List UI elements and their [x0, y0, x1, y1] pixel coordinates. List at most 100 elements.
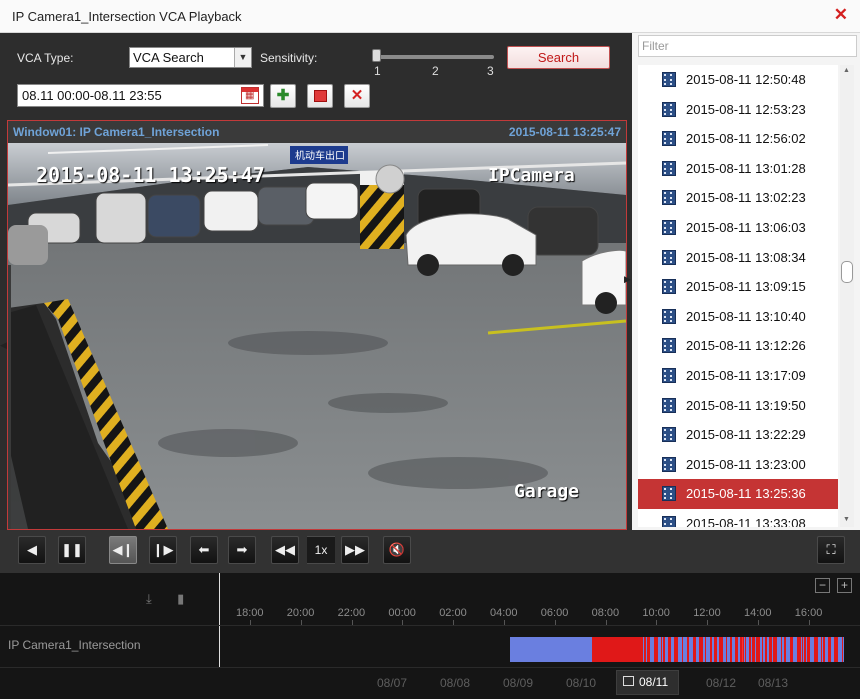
date-label[interactable]: 08/10	[566, 676, 596, 690]
date-selected[interactable]: 08/11	[616, 670, 679, 695]
file-list-item[interactable]: 2015-08-11 13:02:23	[638, 183, 838, 213]
file-list-item[interactable]: 2015-08-11 13:33:08	[638, 509, 838, 527]
file-list-item[interactable]: 2015-08-11 13:25:36	[638, 479, 838, 510]
timeline-panel[interactable]: ⤓ ▮ IP Camera1_Intersection 18:00 20:00 22…	[0, 573, 860, 699]
file-timestamp: 2015-08-11 13:22:29	[686, 427, 806, 443]
zoom-out-button[interactable]: −	[815, 578, 830, 593]
download-icon[interactable]: ⤓	[146, 591, 152, 606]
vca-type-select[interactable]: VCA Search ▼	[129, 47, 252, 68]
file-list-item[interactable]: 2015-08-11 13:22:29	[638, 420, 838, 450]
file-list-item[interactable]: 2015-08-11 13:10:40	[638, 302, 838, 332]
file-list-item[interactable]: 2015-08-11 13:09:15	[638, 272, 838, 302]
event-segment	[828, 637, 831, 662]
timeline-cursor[interactable]	[219, 573, 220, 667]
file-list-item[interactable]: 2015-08-11 13:19:50	[638, 391, 838, 421]
date-label[interactable]: 08/12	[706, 676, 736, 690]
scrollbar-thumb[interactable]	[841, 261, 853, 283]
hour-tick	[300, 620, 302, 625]
close-icon[interactable]: ✕	[834, 6, 848, 24]
bookmark-icon[interactable]: ▮	[177, 591, 184, 606]
event-segment	[797, 637, 801, 662]
event-segment	[802, 637, 803, 662]
step-back-button[interactable]: ⬅	[190, 536, 218, 564]
event-segment	[807, 637, 810, 662]
speed-up-button[interactable]: ▶▶	[341, 536, 369, 564]
filter-input[interactable]: Filter	[638, 35, 857, 57]
window-title: IP Camera1_Intersection VCA Playback	[12, 9, 242, 24]
plus-icon: ✚	[276, 87, 290, 104]
sensitivity-tick: 3	[487, 64, 494, 78]
file-list-item[interactable]: 2015-08-11 13:23:00	[638, 450, 838, 480]
recording-bar[interactable]	[510, 637, 844, 662]
pause-button[interactable]: ❚❚	[58, 536, 86, 564]
hour-tick-label: 02:00	[439, 607, 467, 619]
file-list-item[interactable]: 2015-08-11 12:56:02	[638, 124, 838, 154]
fullscreen-button[interactable]: ⛶	[817, 536, 845, 564]
playhead-marker[interactable]	[742, 637, 743, 662]
stop-button[interactable]	[307, 84, 333, 108]
file-list-item[interactable]: 2015-08-11 13:06:03	[638, 213, 838, 243]
file-list[interactable]: 2015-08-11 12:50:48 2015-08-11 12:53:23 20…	[638, 65, 838, 527]
slow-down-button[interactable]: ◀◀	[271, 536, 299, 564]
playback-toolbar: ◀ ❚❚ ◀❙ ❙▶ ⬅ ➡ ◀◀ 1x ▶▶ 🔇 ⛶	[0, 530, 860, 573]
sensitivity-label: Sensitivity:	[260, 51, 318, 65]
date-label[interactable]: 08/09	[503, 676, 533, 690]
frame-back-button[interactable]: ◀❙	[109, 536, 137, 564]
search-button[interactable]: Search	[507, 46, 610, 69]
add-button[interactable]: ✚	[270, 84, 296, 108]
file-list-scrollbar[interactable]: ▲ ▼	[840, 65, 854, 527]
event-segment	[674, 637, 678, 662]
video-window[interactable]: Window01: IP Camera1_Intersection 2015-0…	[7, 120, 627, 530]
delete-icon: ✕	[350, 87, 364, 104]
video-file-icon	[662, 486, 676, 502]
hour-tick-label: 00:00	[388, 607, 416, 619]
reverse-play-button[interactable]: ◀	[18, 536, 46, 564]
slider-thumb[interactable]	[372, 49, 381, 62]
file-list-item[interactable]: 2015-08-11 13:17:09	[638, 361, 838, 391]
sensitivity-slider[interactable]: 1 2 3	[372, 48, 496, 78]
event-segment	[663, 637, 665, 662]
slider-track[interactable]	[376, 55, 494, 59]
event-segment	[814, 637, 818, 662]
file-list-item[interactable]: 2015-08-11 13:01:28	[638, 154, 838, 184]
event-segment	[714, 637, 717, 662]
date-label[interactable]: 08/13	[758, 676, 788, 690]
zoom-in-button[interactable]: +	[837, 578, 852, 593]
event-segment	[661, 637, 662, 662]
file-list-item[interactable]: 2015-08-11 13:08:34	[638, 243, 838, 273]
date-label[interactable]: 08/07	[377, 676, 407, 690]
video-file-icon	[662, 456, 676, 472]
file-timestamp: 2015-08-11 13:06:03	[686, 220, 806, 235]
video-file-icon	[662, 427, 676, 443]
video-window-header: Window01: IP Camera1_Intersection 2015-0…	[8, 121, 626, 143]
step-forward-button[interactable]: ➡	[228, 536, 256, 564]
event-segment	[769, 637, 772, 662]
delete-button[interactable]: ✕	[344, 84, 370, 108]
hour-tick-label: 06:00	[540, 607, 569, 619]
file-list-item[interactable]: 2015-08-11 13:12:26	[638, 331, 838, 361]
scroll-down-icon[interactable]: ▼	[843, 516, 850, 523]
scroll-up-icon[interactable]: ▲	[843, 67, 850, 74]
event-segment	[654, 637, 658, 662]
event-segment	[705, 637, 706, 662]
file-timestamp: 2015-08-11 13:10:40	[686, 308, 806, 324]
date-range-field[interactable]: 08.11 00:00-08.11 23:55	[17, 84, 264, 107]
date-label[interactable]: 08/08	[440, 676, 470, 690]
video-file-icon	[662, 516, 676, 527]
frame-forward-button[interactable]: ❙▶	[149, 536, 177, 564]
file-list-item[interactable]: 2015-08-11 12:50:48	[638, 65, 838, 95]
collapse-right-icon[interactable]: ▶	[624, 274, 631, 285]
collapse-left-icon[interactable]: ◀	[0, 340, 7, 351]
chevron-down-icon[interactable]: ▼	[234, 48, 251, 67]
mute-button[interactable]: 🔇	[383, 536, 411, 564]
file-timestamp: 2015-08-11 13:12:26	[686, 338, 806, 354]
calendar-icon[interactable]	[241, 87, 259, 104]
file-timestamp: 2015-08-11 13:23:00	[686, 456, 806, 472]
file-list-item[interactable]: 2015-08-11 12:53:23	[638, 95, 838, 125]
hour-tick	[707, 620, 709, 625]
video-file-icon	[662, 397, 676, 413]
parking-garage-scene: 机动车出口	[8, 143, 626, 529]
video-file-icon	[662, 160, 676, 176]
file-timestamp: 2015-08-11 12:50:48	[686, 72, 806, 87]
video-frame[interactable]: 机动车出口 2015-08-11 13:25:47 IPCamera Garag…	[8, 143, 626, 529]
